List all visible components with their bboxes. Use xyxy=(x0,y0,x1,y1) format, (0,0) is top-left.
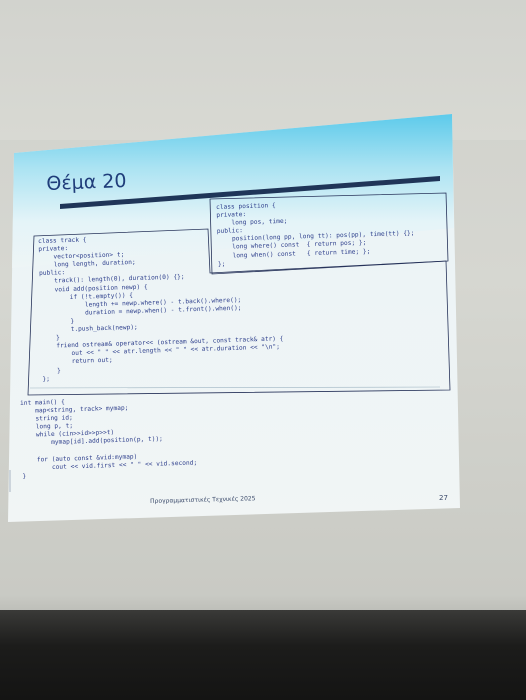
screen-frame xyxy=(0,610,526,700)
main-function-code: int main() { map<string, track> mymap; s… xyxy=(20,398,198,480)
page-number: 27 xyxy=(439,494,448,502)
track-class-code: class track { private: vector<position> … xyxy=(38,236,284,383)
slide-title: Θέμα 20 xyxy=(46,169,127,195)
projected-slide: Θέμα 20 class position { private: long p… xyxy=(0,0,526,700)
